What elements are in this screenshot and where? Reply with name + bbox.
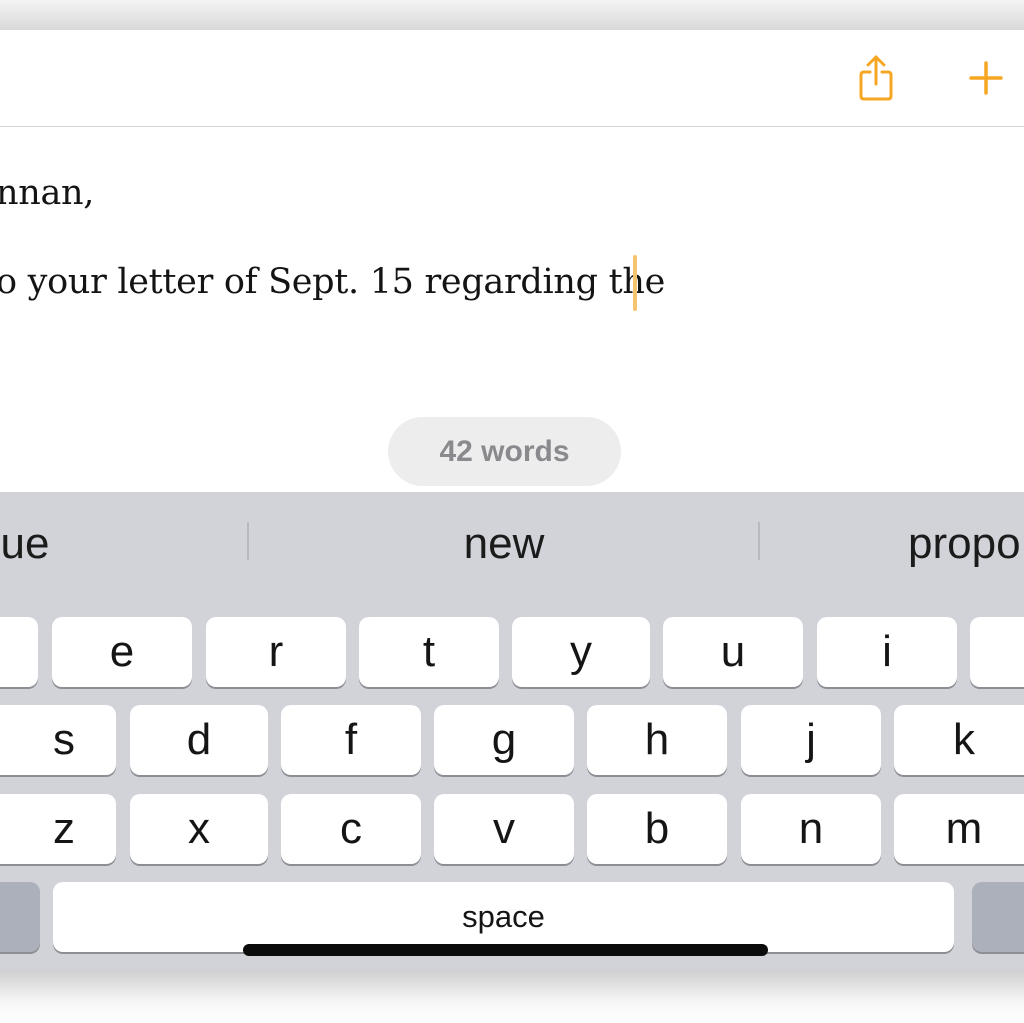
prediction-divider	[758, 522, 760, 560]
key-s[interactable]: s	[0, 705, 116, 775]
key-u[interactable]: u	[663, 617, 803, 687]
key-i[interactable]: i	[817, 617, 957, 687]
key-k[interactable]: k	[894, 705, 1024, 775]
key-return-partial[interactable]	[972, 882, 1024, 952]
key-numbers-toggle[interactable]	[0, 882, 40, 952]
key-z[interactable]: z	[0, 794, 116, 864]
key-e[interactable]: e	[52, 617, 192, 687]
key-g[interactable]: g	[434, 705, 574, 775]
share-button[interactable]	[851, 50, 901, 106]
plus-icon	[969, 61, 1003, 95]
key-t[interactable]: t	[359, 617, 499, 687]
key-y[interactable]: y	[512, 617, 650, 687]
share-icon	[859, 55, 893, 101]
prediction-suggestion-1[interactable]: ue	[0, 516, 90, 572]
key-o-partial[interactable]	[970, 617, 1024, 687]
key-w-partial[interactable]	[0, 617, 38, 687]
key-b[interactable]: b	[587, 794, 727, 864]
add-button[interactable]	[961, 50, 1011, 106]
prediction-suggestion-3[interactable]: propo	[908, 516, 1024, 572]
key-v[interactable]: v	[434, 794, 574, 864]
device-bezel-bottom	[0, 970, 1024, 1023]
key-c[interactable]: c	[281, 794, 421, 864]
key-r[interactable]: r	[206, 617, 346, 687]
prediction-suggestion-2[interactable]: new	[404, 516, 604, 572]
key-n[interactable]: n	[741, 794, 881, 864]
key-h[interactable]: h	[587, 705, 727, 775]
key-x[interactable]: x	[130, 794, 268, 864]
word-count-badge: 42 words	[388, 417, 621, 486]
on-screen-keyboard: ue new propo e r t y u i s d f g h j k z…	[0, 492, 1024, 970]
key-m[interactable]: m	[894, 794, 1024, 864]
top-toolbar	[0, 30, 1024, 127]
text-cursor	[633, 255, 637, 311]
device-bezel-top	[0, 0, 1024, 30]
notes-screen: nnan, o your letter of Sept. 15 regardin…	[0, 30, 1024, 970]
key-d[interactable]: d	[130, 705, 268, 775]
key-j[interactable]: j	[741, 705, 881, 775]
note-line-body: o your letter of Sept. 15 regarding the	[0, 262, 666, 302]
note-body[interactable]: nnan, o your letter of Sept. 15 regardin…	[0, 127, 1024, 492]
home-indicator[interactable]	[243, 944, 768, 956]
key-f[interactable]: f	[281, 705, 421, 775]
key-space[interactable]: space	[53, 882, 954, 952]
prediction-divider	[247, 522, 249, 560]
note-line-salutation: nnan,	[0, 173, 95, 213]
